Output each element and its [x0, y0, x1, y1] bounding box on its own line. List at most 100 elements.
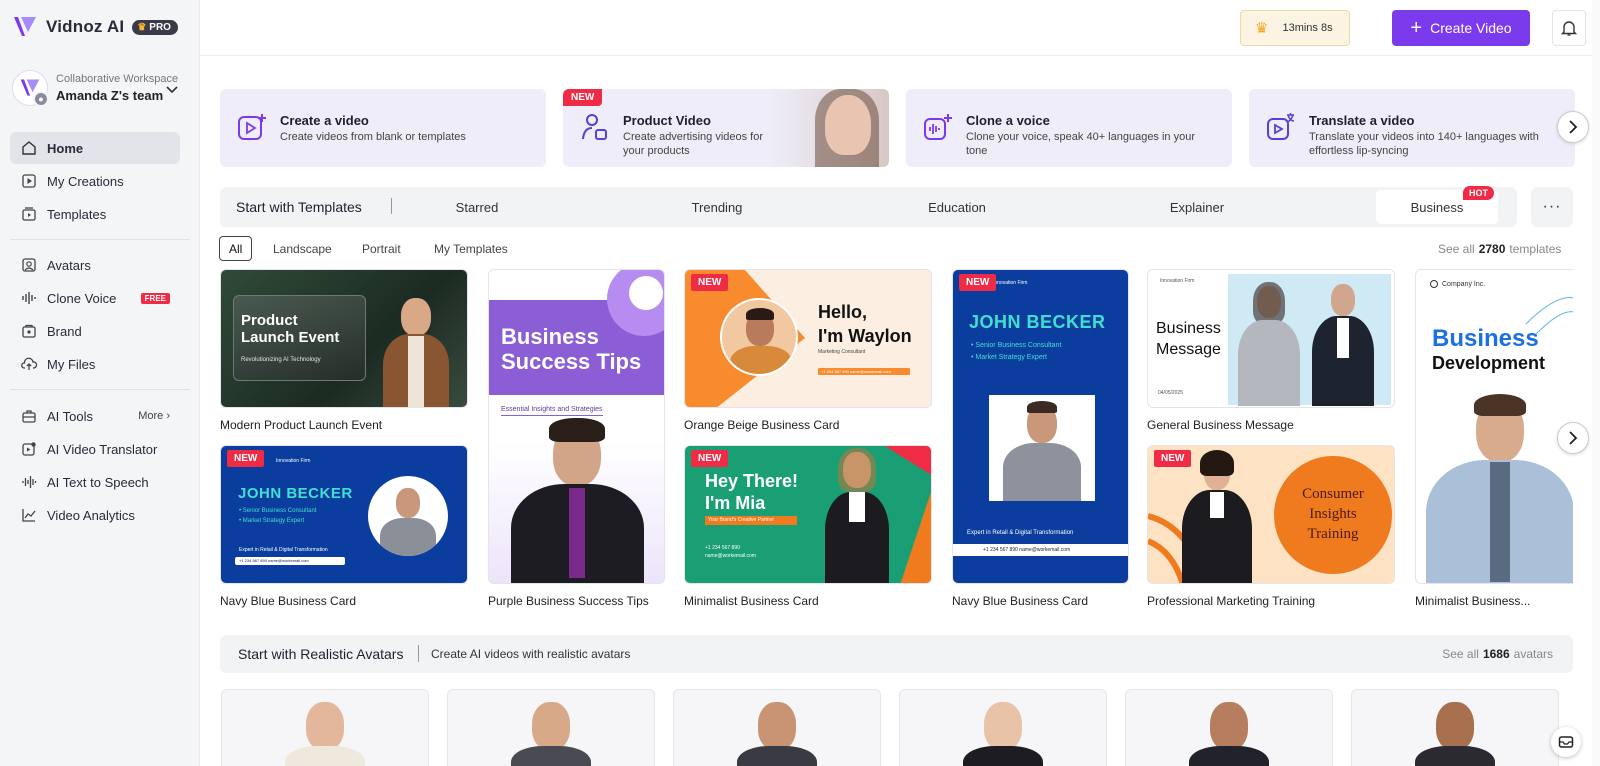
feature-desc: Clone your voice, speak 40+ languages in…	[966, 131, 1196, 157]
avatar-body	[1415, 746, 1495, 766]
nav-clone-voice[interactable]: Clone Voice FREE	[10, 282, 180, 314]
person-product-icon	[582, 114, 607, 140]
filter-landscape[interactable]: Landscape	[273, 236, 332, 261]
template-caption: Navy Blue Business Card	[952, 594, 1089, 608]
see-all-avatars-link[interactable]: See all 1686 avatars	[1442, 647, 1553, 661]
template-card[interactable]: NEW Innovation Firm JOHN BECKER • Senior…	[220, 445, 468, 584]
card-line: Business	[1156, 320, 1221, 337]
nav-brand[interactable]: Brand	[10, 315, 180, 347]
template-card[interactable]: Innovation Firm Business Message 04/05/20…	[1147, 269, 1395, 408]
filter-my-templates[interactable]: My Templates	[434, 236, 508, 261]
portrait-photo	[989, 395, 1095, 501]
tab-starred[interactable]: Starred	[416, 187, 538, 227]
credit-timer[interactable]: ♛ 13mins 8s	[1240, 10, 1350, 46]
nav-my-files[interactable]: My Files	[10, 348, 180, 380]
template-card[interactable]: NEW Hello, I'm Waylon Marketing Consultan…	[684, 269, 932, 408]
card-line: Business	[501, 324, 599, 349]
workspace-switcher[interactable]: ● Collaborative Workspace Amanda Z's tea…	[12, 70, 188, 107]
nav-video-analytics[interactable]: Video Analytics	[10, 499, 180, 531]
tab-business[interactable]: Business HOT	[1376, 186, 1498, 224]
voice-wave-icon	[20, 290, 37, 307]
template-caption: Navy Blue Business Card	[220, 594, 357, 608]
template-card[interactable]: Product Launch Event Revolutionizing AI T…	[220, 269, 468, 408]
notification-bell-icon[interactable]	[1552, 10, 1586, 46]
features-next-arrow-icon[interactable]	[1557, 111, 1589, 143]
product-model-image	[771, 89, 889, 167]
avatars-title: Start with Realistic Avatars	[238, 646, 404, 662]
nav-label: Templates	[47, 206, 107, 222]
sidebar: Vidnoz AI ♛ PRO ● Collaborative Workspace…	[0, 0, 200, 766]
card-contact: +1 234 567 890 name@workemail.com	[953, 544, 1128, 556]
upload-cloud-icon	[20, 356, 37, 373]
free-badge: FREE	[140, 292, 170, 304]
presenter-head	[401, 298, 431, 336]
card-line: Business	[1432, 325, 1539, 352]
tab-explainer[interactable]: Explainer	[1136, 187, 1258, 227]
template-card[interactable]: Business Success Tips Essential Insights …	[488, 269, 665, 584]
nav-ai-text-to-speech[interactable]: AI Text to Speech	[10, 466, 180, 498]
template-card[interactable]: NEW Consumer Insights Training	[1147, 445, 1395, 584]
support-chat-icon[interactable]	[1551, 727, 1581, 757]
timer-label: 13mins 8s	[1282, 22, 1333, 34]
feature-title: Translate a video	[1309, 113, 1415, 128]
pro-badge-label: PRO	[149, 21, 171, 33]
feature-product-video[interactable]: NEW Product Video Create advertising vid…	[563, 89, 889, 167]
presenter-shirt	[849, 492, 865, 522]
avatar-card[interactable]	[221, 689, 429, 766]
card-contact: +1 234 567 890 name@workemail.com	[818, 368, 910, 375]
template-caption: Purple Business Success Tips	[488, 594, 649, 608]
filter-all[interactable]: All	[219, 236, 253, 261]
nav-ai-tools[interactable]: AI Tools More ›	[10, 400, 180, 432]
card-line: Development	[1432, 353, 1546, 373]
avatar-card[interactable]	[447, 689, 655, 766]
nav-avatars[interactable]: Avatars	[10, 249, 180, 281]
card-headline: Consumer Insights Training	[1284, 484, 1382, 544]
avatar-card[interactable]	[1125, 689, 1333, 766]
see-all-label: See all	[1442, 647, 1479, 661]
template-card[interactable]: NEW Hey There! I'm Mia Your Brand's Creat…	[684, 445, 932, 584]
analytics-chart-icon	[20, 507, 37, 524]
feature-title: Create a video	[280, 113, 369, 128]
see-all-templates-link[interactable]: See all 2780 templates	[1438, 242, 1561, 256]
tab-education[interactable]: Education	[896, 187, 1018, 227]
home-icon	[20, 140, 37, 157]
new-badge: NEW	[1154, 450, 1192, 467]
card-subtitle: Revolutionizing AI Technology	[241, 357, 321, 363]
chevron-down-icon[interactable]	[166, 85, 178, 97]
page-scrollbar[interactable]	[1592, 0, 1600, 766]
brand-logo[interactable]: Vidnoz AI ♛ PRO	[12, 14, 178, 40]
card-line: Senior Business Consultant	[242, 508, 317, 514]
avatar-body	[511, 746, 591, 766]
feature-create-video[interactable]: Create a video Create videos from blank …	[220, 89, 546, 167]
templates-next-arrow-icon[interactable]	[1557, 422, 1589, 454]
create-video-button[interactable]: + Create Video	[1392, 10, 1530, 46]
nav-home[interactable]: Home	[10, 132, 180, 164]
nav-templates[interactable]: Templates	[10, 198, 180, 230]
card-headline: Business Development	[1432, 326, 1545, 376]
tab-trending[interactable]: Trending	[656, 187, 778, 227]
new-badge: NEW	[959, 274, 997, 291]
nav-label: Video Analytics	[47, 507, 135, 523]
card-subtitle: Marketing Consultant	[818, 349, 866, 355]
avatar-head	[306, 702, 344, 750]
avatar-body	[963, 746, 1043, 766]
templates-title: Start with Templates	[236, 199, 362, 215]
avatar-card[interactable]	[1351, 689, 1559, 766]
avatar-card[interactable]	[673, 689, 881, 766]
ai-tools-more-link[interactable]: More ›	[138, 410, 170, 422]
template-card[interactable]: NEW Innovation Firm JOHN BECKER • Senior…	[952, 269, 1129, 584]
card-line: Consumer	[1302, 486, 1364, 502]
filter-portrait[interactable]: Portrait	[362, 236, 401, 261]
nav-my-creations[interactable]: My Creations	[10, 165, 180, 197]
template-card[interactable]: Company Inc. Business Development	[1415, 269, 1573, 584]
nav-ai-video-translator[interactable]: AI Video Translator	[10, 433, 180, 465]
translate-video-icon	[1267, 113, 1295, 140]
avatar-card[interactable]	[899, 689, 1107, 766]
feature-clone-voice[interactable]: Clone a voice Clone your voice, speak 40…	[906, 89, 1232, 167]
feature-translate-video[interactable]: Translate a video Translate your videos …	[1249, 89, 1575, 167]
card-footer: Expert in Retail & Digital Transformatio…	[239, 547, 328, 553]
clone-voice-icon	[924, 114, 952, 140]
deco-dot	[629, 276, 663, 310]
team-icon: ●	[33, 91, 49, 107]
more-tabs-icon[interactable]: ···	[1531, 187, 1573, 227]
